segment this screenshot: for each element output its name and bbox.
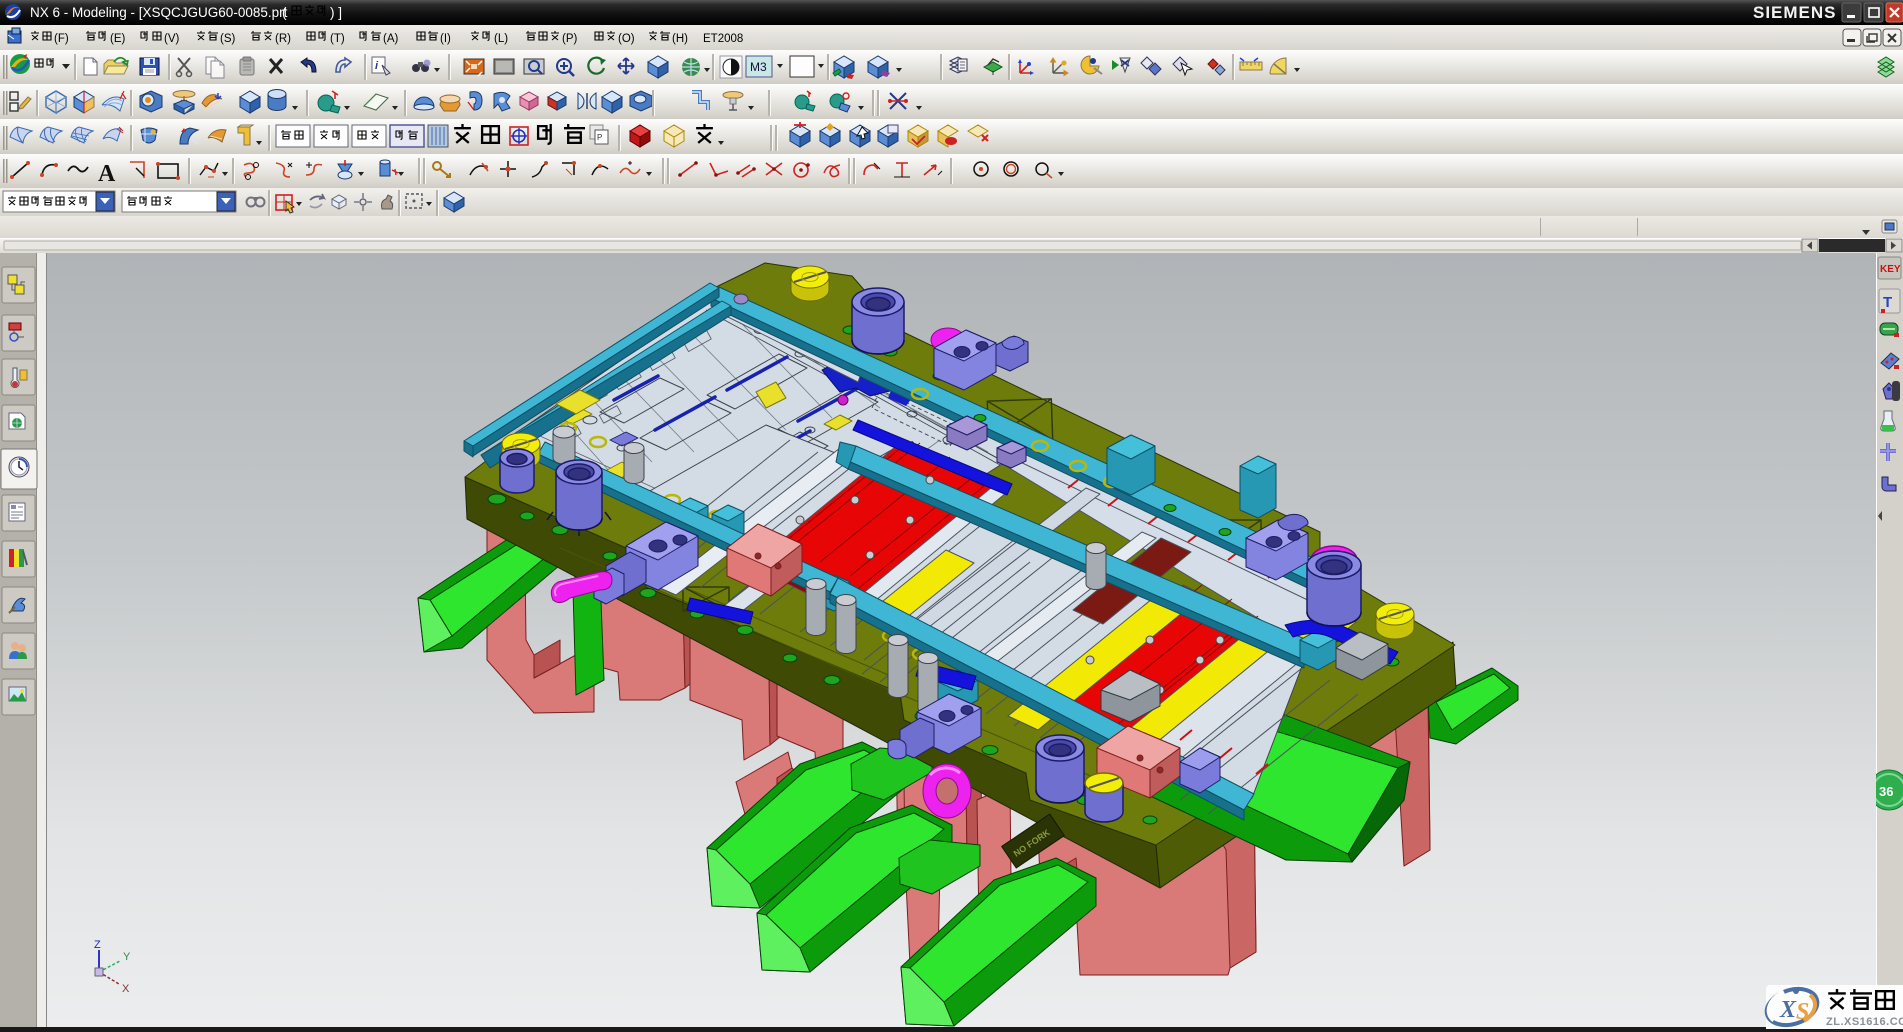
svg-text:36: 36 — [1879, 784, 1893, 799]
svg-text:(O): (O) — [618, 33, 635, 45]
svg-text:Y: Y — [123, 951, 131, 963]
svg-text:(I): (I) — [440, 33, 451, 45]
svg-text:(H): (H) — [672, 33, 688, 45]
svg-text:(L): (L) — [494, 33, 508, 45]
svg-text:(F): (F) — [54, 33, 69, 45]
svg-text:X: X — [122, 983, 130, 995]
svg-text:(A): (A) — [383, 33, 399, 45]
svg-text:T: T — [1883, 294, 1892, 311]
svg-text:ET2008: ET2008 — [703, 33, 743, 45]
svg-text:P: P — [597, 133, 602, 142]
svg-text:(S): (S) — [220, 33, 236, 45]
svg-text:(E): (E) — [110, 33, 126, 45]
svg-text:) ]: ) ] — [330, 5, 342, 20]
svg-text:(V): (V) — [164, 33, 180, 45]
svg-text:Z: Z — [94, 939, 101, 951]
svg-text:KEY: KEY — [1880, 264, 1901, 275]
svg-text:(: ( — [282, 5, 287, 20]
svg-text:(P): (P) — [562, 33, 578, 45]
svg-text:(T): (T) — [330, 33, 345, 45]
svg-text:SIEMENS: SIEMENS — [1753, 3, 1837, 22]
svg-text:M3: M3 — [750, 60, 767, 74]
svg-text:(R): (R) — [275, 33, 291, 45]
svg-text:A: A — [98, 161, 116, 187]
svg-text:NX 6 - Modeling - [XSQCJGUG60-: NX 6 - Modeling - [XSQCJGUG60-0085.prt — [30, 5, 288, 20]
